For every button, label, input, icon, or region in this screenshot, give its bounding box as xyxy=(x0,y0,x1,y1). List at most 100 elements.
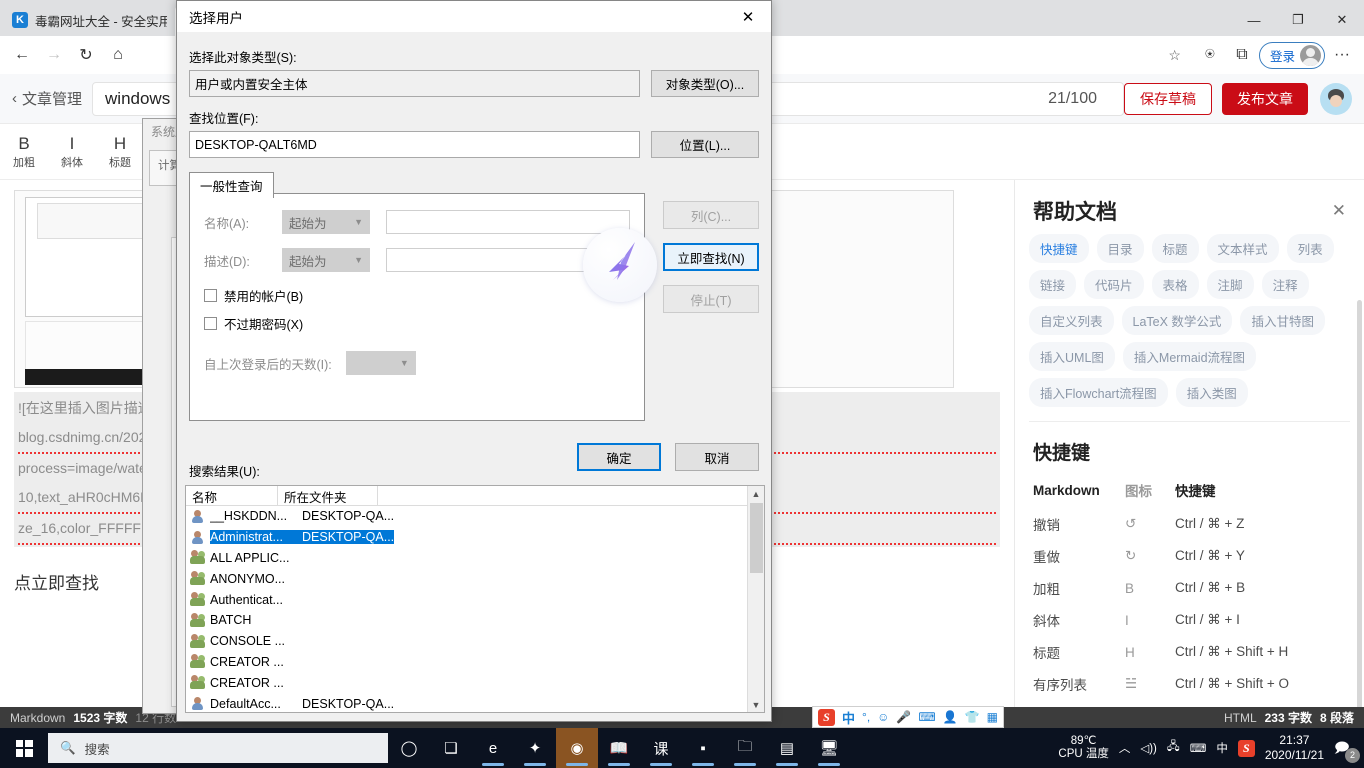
ok-button[interactable]: 确定 xyxy=(577,443,661,471)
help-chip-注释[interactable]: 注释 xyxy=(1261,270,1309,299)
volume-icon[interactable]: ◁)) xyxy=(1140,741,1157,755)
col-name[interactable]: 名称 xyxy=(186,486,278,505)
help-chip-表格[interactable]: 表格 xyxy=(1151,270,1199,299)
ime-voice-icon[interactable]: 🎤 xyxy=(896,710,911,724)
table-row[interactable]: ALL APPLIC... xyxy=(186,548,764,569)
user-avatar[interactable] xyxy=(1320,82,1352,115)
reload-icon[interactable]: ↻ xyxy=(71,40,101,70)
taskbar-dictionary-icon[interactable]: 📖 xyxy=(598,728,640,768)
help-chip-标题[interactable]: 标题 xyxy=(1151,234,1199,263)
location-input[interactable]: DESKTOP-QALT6MD xyxy=(189,131,640,158)
ime-skin-icon[interactable]: 👕 xyxy=(965,710,980,724)
taskbar-kingsoft-icon[interactable]: ✦ xyxy=(514,728,556,768)
network-icon[interactable]: 🖧 xyxy=(1167,739,1180,758)
publish-button[interactable]: 发布文章 xyxy=(1222,82,1308,115)
taskbar-course-icon[interactable]: 课 xyxy=(640,728,682,768)
taskbar-file-explorer-icon[interactable]: 🗀 xyxy=(724,728,766,768)
back-to-article-management[interactable]: ‹ 文章管理 xyxy=(12,88,82,109)
col-folder[interactable]: 所在文件夹 xyxy=(278,486,378,505)
taskbar-terminal-icon[interactable]: ▪ xyxy=(682,728,724,768)
search-results-list[interactable]: 名称 所在文件夹 __HSKDDN... DESKTOP-QA... Adminis… xyxy=(185,485,765,713)
ime-keyboard-icon[interactable]: ⌨ xyxy=(918,710,935,724)
taskbar-cortana-icon[interactable]: ◯ xyxy=(388,728,430,768)
minimize-button[interactable]: — xyxy=(1232,4,1276,36)
help-chip-插入Flowchart流程图[interactable]: 插入Flowchart流程图 xyxy=(1029,378,1168,407)
help-chip-插入UML图[interactable]: 插入UML图 xyxy=(1029,342,1115,371)
table-row[interactable]: DefaultAcc... DESKTOP-QA... xyxy=(186,693,764,712)
help-chip-自定义列表[interactable]: 自定义列表 xyxy=(1029,306,1114,335)
table-row[interactable]: Authenticat... xyxy=(186,589,764,610)
collections-star-icon[interactable]: ⍟ xyxy=(1195,40,1225,70)
no-expire-password-checkbox[interactable]: 不过期密码(X) xyxy=(204,314,630,333)
cpu-temp-widget[interactable]: 89℃ CPU 温度 xyxy=(1058,735,1108,761)
dialog-close-icon[interactable]: ✕ xyxy=(725,1,771,32)
ime-user-icon[interactable]: 👤 xyxy=(943,710,958,724)
collections-icon[interactable]: ⧉ xyxy=(1227,40,1257,70)
disabled-accounts-checkbox[interactable]: 禁用的帐户(B) xyxy=(204,286,630,305)
ime-emoji-icon[interactable]: ☺ xyxy=(877,710,889,724)
toolbar-button-标题[interactable]: H 标题 xyxy=(96,134,144,170)
table-row[interactable]: CONSOLE ... xyxy=(186,631,764,652)
forward-icon[interactable]: → xyxy=(39,40,69,70)
ime-lang-icon[interactable]: 中 xyxy=(842,708,855,727)
help-chip-代码片[interactable]: 代码片 xyxy=(1084,270,1144,299)
stop-button[interactable]: 停止(T) xyxy=(663,285,759,313)
table-row[interactable]: CREATOR ... xyxy=(186,652,764,673)
back-icon[interactable]: ← xyxy=(7,40,37,70)
find-now-button[interactable]: 立即查找(N) xyxy=(663,243,759,271)
location-button[interactable]: 位置(L)... xyxy=(651,131,759,158)
tray-expand-icon[interactable]: ︿ xyxy=(1119,740,1131,756)
help-chip-插入Mermaid流程图[interactable]: 插入Mermaid流程图 xyxy=(1122,342,1257,371)
columns-button[interactable]: 列(C)... xyxy=(663,201,759,229)
help-chip-文本样式[interactable]: 文本样式 xyxy=(1206,234,1279,263)
help-scrollbar[interactable] xyxy=(1357,300,1362,707)
toolbar-button-斜体[interactable]: I 斜体 xyxy=(48,134,96,170)
days-since-login-select[interactable]: ▼ xyxy=(345,351,416,375)
table-row[interactable]: __HSKDDN... DESKTOP-QA... xyxy=(186,506,764,527)
name-operator-select[interactable]: 起始为 ▼ xyxy=(282,210,370,234)
object-type-button[interactable]: 对象类型(O)... xyxy=(651,70,759,97)
desc-operator-select[interactable]: 起始为 ▼ xyxy=(282,248,370,272)
scroll-thumb[interactable] xyxy=(750,503,763,573)
keyboard-icon[interactable]: ⌨ xyxy=(1190,741,1207,755)
clock-widget[interactable]: 21:37 2020/11/21 xyxy=(1265,733,1324,763)
save-draft-button[interactable]: 保存草稿 xyxy=(1124,82,1212,115)
taskbar-task-view-icon[interactable]: ❏ xyxy=(430,728,472,768)
taskbar-search-input[interactable]: 🔍 搜索 xyxy=(48,733,388,763)
taskbar-remote-desktop-icon[interactable]: 🖥 xyxy=(808,728,850,768)
help-chip-目录[interactable]: 目录 xyxy=(1096,234,1144,263)
table-row[interactable]: ANONYMO... xyxy=(186,568,764,589)
ime-toolbar[interactable]: S 中 °, ☺ 🎤 ⌨ 👤 👕 ▦ xyxy=(812,706,1004,728)
close-button[interactable]: ✕ xyxy=(1320,4,1364,36)
scroll-up-arrow-icon[interactable]: ▲ xyxy=(748,486,764,503)
ime-lang-indicator[interactable]: 中 xyxy=(1216,740,1228,756)
maximize-button[interactable]: ❐ xyxy=(1276,4,1320,36)
taskbar-edge-icon[interactable]: e xyxy=(472,728,514,768)
help-chip-LaTeX 数学公式[interactable]: LaTeX 数学公式 xyxy=(1121,306,1233,335)
cancel-button[interactable]: 取消 xyxy=(675,443,759,471)
object-type-input[interactable]: 用户或内置安全主体 xyxy=(189,70,640,97)
help-chip-列表[interactable]: 列表 xyxy=(1286,234,1334,263)
help-chip-注脚[interactable]: 注脚 xyxy=(1206,270,1254,299)
browser-tab-0[interactable]: K 毒霸网址大全 - 安全实用导航 xyxy=(0,4,175,36)
table-row[interactable]: Administrat... DESKTOP-QA... xyxy=(186,527,764,548)
close-icon[interactable]: ✕ xyxy=(1332,201,1346,221)
help-chip-插入类图[interactable]: 插入类图 xyxy=(1175,378,1248,407)
taskbar-browser-icon[interactable]: ◉ xyxy=(556,728,598,768)
help-chip-快捷键[interactable]: 快捷键 xyxy=(1029,234,1089,263)
help-chip-插入甘特图[interactable]: 插入甘特图 xyxy=(1240,306,1325,335)
login-button[interactable]: 登录 xyxy=(1258,41,1325,69)
help-chip-链接[interactable]: 链接 xyxy=(1029,270,1077,299)
scroll-down-arrow-icon[interactable]: ▼ xyxy=(748,697,764,712)
table-row[interactable]: CREATOR ... xyxy=(186,672,764,693)
tab-general-query[interactable]: 一般性查询 xyxy=(189,172,274,198)
ime-menu-icon[interactable]: ▦ xyxy=(987,710,998,724)
table-row[interactable]: BATCH xyxy=(186,610,764,631)
start-button[interactable] xyxy=(0,728,48,768)
ime-punctuation-icon[interactable]: °, xyxy=(862,710,870,724)
toolbar-button-加粗[interactable]: B 加粗 xyxy=(0,134,48,170)
taskbar-notes-icon[interactable]: ▤ xyxy=(766,728,808,768)
more-options-icon[interactable]: ··· xyxy=(1327,40,1357,70)
notification-center-button[interactable]: 🗩 2 xyxy=(1334,737,1360,763)
sogou-tray-icon[interactable]: S xyxy=(1237,739,1255,757)
